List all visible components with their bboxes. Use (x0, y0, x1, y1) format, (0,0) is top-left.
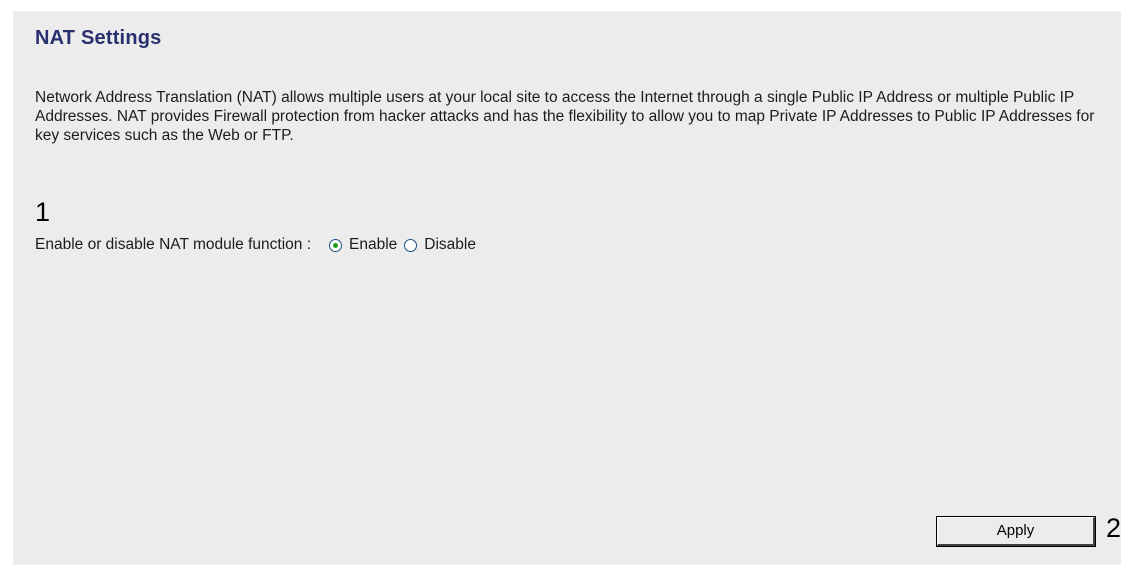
nat-setting-row: Enable or disable NAT module function : … (35, 235, 483, 255)
nat-setting-label: Enable or disable NAT module function : (35, 236, 312, 253)
page-description: Network Address Translation (NAT) allows… (35, 89, 1095, 144)
nat-disable-label[interactable]: Disable (424, 236, 476, 254)
apply-button[interactable]: Apply (936, 516, 1096, 547)
nat-enable-label[interactable]: Enable (349, 236, 397, 254)
nat-enable-radio[interactable] (329, 238, 343, 252)
callout-number-1: 1 (35, 197, 51, 227)
page-title: NAT Settings (35, 27, 162, 49)
radio-selected-dot (333, 242, 339, 248)
settings-panel: NAT Settings Network Address Translation… (13, 11, 1121, 565)
nat-disable-radio[interactable] (404, 238, 418, 252)
callout-number-2: 2 (1106, 513, 1122, 543)
